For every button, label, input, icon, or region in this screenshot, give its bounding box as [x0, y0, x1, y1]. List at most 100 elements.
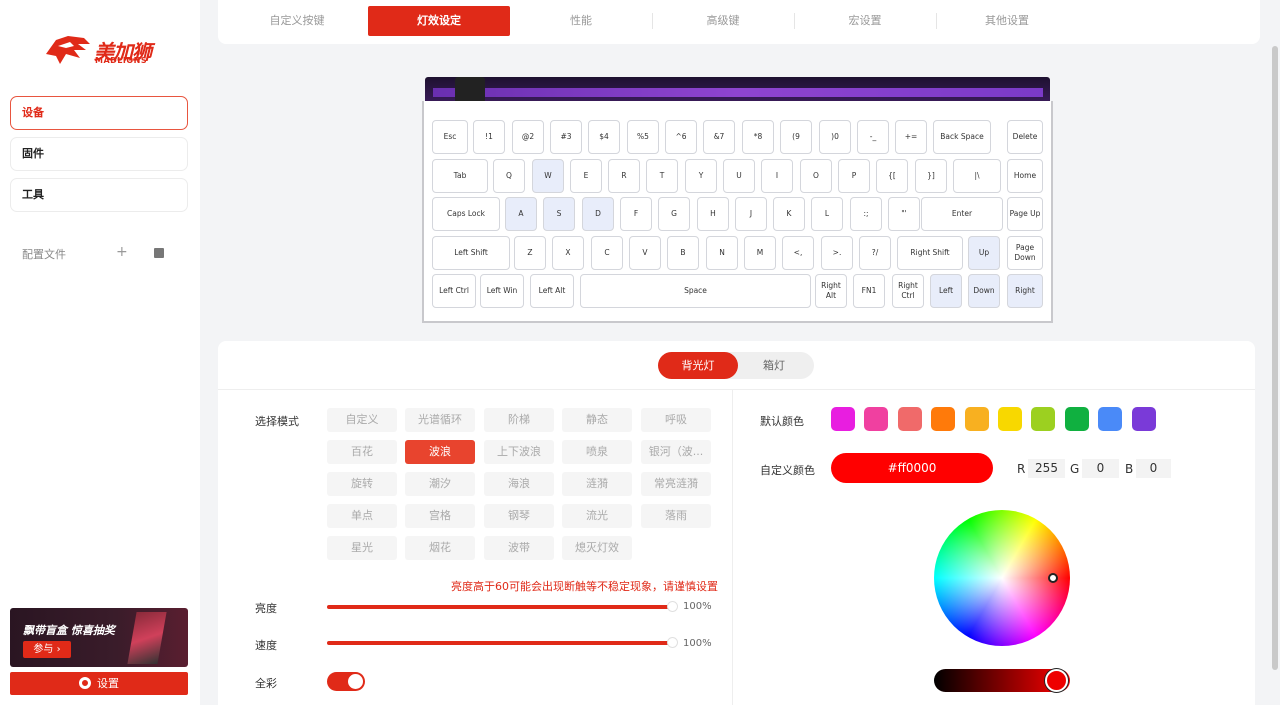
- key-9[interactable]: (9: [780, 120, 812, 154]
- key-[interactable]: }]: [915, 159, 947, 193]
- color-wheel[interactable]: [934, 510, 1070, 646]
- mode-option[interactable]: 上下波浪: [484, 440, 554, 464]
- mode-option[interactable]: 波浪: [405, 440, 475, 464]
- key-e[interactable]: E: [570, 159, 602, 193]
- key-down[interactable]: Down: [968, 274, 1000, 308]
- segment-case-light[interactable]: 箱灯: [734, 352, 814, 379]
- mode-option[interactable]: 静态: [562, 408, 632, 432]
- key-page-down[interactable]: Page Down: [1007, 236, 1043, 270]
- key-[interactable]: >.: [821, 236, 853, 270]
- mode-option[interactable]: 宫格: [405, 504, 475, 528]
- scrollbar[interactable]: [1272, 46, 1278, 670]
- key-3[interactable]: #3: [550, 120, 582, 154]
- key-[interactable]: :;: [850, 197, 882, 231]
- key-right-ctrl[interactable]: Right Ctrl: [892, 274, 924, 308]
- key-left-ctrl[interactable]: Left Ctrl: [432, 274, 476, 308]
- tab-lighting[interactable]: 灯效设定: [368, 6, 510, 36]
- r-input[interactable]: 255: [1028, 459, 1065, 478]
- key-k[interactable]: K: [773, 197, 805, 231]
- key-q[interactable]: Q: [493, 159, 525, 193]
- fullcolor-toggle[interactable]: [327, 672, 365, 691]
- key-[interactable]: ?/: [859, 236, 891, 270]
- key-u[interactable]: U: [723, 159, 755, 193]
- brightness-gradient-bar[interactable]: [934, 669, 1070, 692]
- mode-option[interactable]: 钢琴: [484, 504, 554, 528]
- tab-advanced-keys[interactable]: 高级键: [652, 6, 795, 36]
- color-swatch[interactable]: [998, 407, 1022, 431]
- key-b[interactable]: B: [667, 236, 699, 270]
- key-p[interactable]: P: [838, 159, 870, 193]
- key-right-alt[interactable]: Right Alt: [815, 274, 847, 308]
- key-left-alt[interactable]: Left Alt: [530, 274, 574, 308]
- key-caps-lock[interactable]: Caps Lock: [432, 197, 500, 231]
- promo-banner[interactable]: 飘带盲盒 惊喜抽奖 参与 ›: [10, 608, 188, 667]
- mode-option[interactable]: 潮汐: [405, 472, 475, 496]
- mode-option[interactable]: 喷泉: [562, 440, 632, 464]
- color-swatch[interactable]: [897, 407, 922, 431]
- key-x[interactable]: X: [552, 236, 584, 270]
- segment-backlight[interactable]: 背光灯: [658, 352, 738, 379]
- key-tab[interactable]: Tab: [432, 159, 488, 193]
- delete-profile-icon[interactable]: [154, 248, 164, 258]
- key-7[interactable]: &7: [703, 120, 735, 154]
- key-s[interactable]: S: [543, 197, 575, 231]
- key-right[interactable]: Right: [1007, 274, 1043, 308]
- speed-slider[interactable]: [327, 637, 678, 648]
- color-swatch[interactable]: [931, 407, 956, 431]
- color-swatch[interactable]: [1031, 407, 1056, 431]
- key-0[interactable]: )0: [819, 120, 851, 154]
- mode-option[interactable]: 常亮涟漪: [641, 472, 711, 496]
- key-left-shift[interactable]: Left Shift: [432, 236, 510, 270]
- slider-thumb[interactable]: [667, 637, 678, 648]
- tab-other-settings[interactable]: 其他设置: [936, 6, 1078, 36]
- mode-option[interactable]: 阶梯: [484, 408, 554, 432]
- key-a[interactable]: A: [505, 197, 537, 231]
- key-h[interactable]: H: [697, 197, 729, 231]
- key-1[interactable]: !1: [473, 120, 505, 154]
- color-swatch[interactable]: [864, 407, 889, 431]
- mode-option[interactable]: 涟漪: [562, 472, 632, 496]
- key-w[interactable]: W: [532, 159, 564, 193]
- brightness-slider[interactable]: [327, 601, 678, 612]
- nav-firmware[interactable]: 固件: [10, 137, 188, 171]
- key-home[interactable]: Home: [1007, 159, 1043, 193]
- key-r[interactable]: R: [608, 159, 640, 193]
- key-esc[interactable]: Esc: [432, 120, 468, 154]
- color-wheel-handle[interactable]: [1048, 573, 1058, 583]
- key-left[interactable]: Left: [930, 274, 962, 308]
- key-up[interactable]: Up: [968, 236, 1000, 270]
- color-swatch[interactable]: [831, 407, 855, 431]
- mode-option[interactable]: 落雨: [641, 504, 711, 528]
- mode-option[interactable]: 旋转: [327, 472, 397, 496]
- mode-option[interactable]: 波带: [484, 536, 554, 560]
- mode-option[interactable]: 海浪: [484, 472, 554, 496]
- g-input[interactable]: 0: [1082, 459, 1119, 478]
- key-m[interactable]: M: [744, 236, 776, 270]
- settings-button[interactable]: 设置: [10, 672, 188, 695]
- key-[interactable]: -_: [857, 120, 889, 154]
- key-right-shift[interactable]: Right Shift: [897, 236, 963, 270]
- gradient-handle[interactable]: [1045, 669, 1068, 692]
- key-2[interactable]: @2: [512, 120, 544, 154]
- b-input[interactable]: 0: [1136, 459, 1171, 478]
- key-g[interactable]: G: [658, 197, 690, 231]
- hex-color-field[interactable]: #ff0000: [831, 453, 993, 483]
- key-z[interactable]: Z: [514, 236, 546, 270]
- color-swatch[interactable]: [1098, 407, 1123, 431]
- key-[interactable]: +=: [895, 120, 927, 154]
- key-t[interactable]: T: [646, 159, 678, 193]
- key-d[interactable]: D: [582, 197, 614, 231]
- add-profile-icon[interactable]: +: [116, 244, 128, 260]
- nav-device[interactable]: 设备: [10, 96, 188, 130]
- color-swatch[interactable]: [964, 407, 989, 431]
- key-y[interactable]: Y: [685, 159, 717, 193]
- mode-option[interactable]: 星光: [327, 536, 397, 560]
- key-i[interactable]: I: [761, 159, 793, 193]
- tab-performance[interactable]: 性能: [510, 6, 653, 36]
- key-8[interactable]: *8: [742, 120, 774, 154]
- key-4[interactable]: $4: [588, 120, 620, 154]
- mode-option[interactable]: 单点: [327, 504, 397, 528]
- nav-tools[interactable]: 工具: [10, 178, 188, 212]
- key-[interactable]: {[: [876, 159, 908, 193]
- slider-thumb[interactable]: [667, 601, 678, 612]
